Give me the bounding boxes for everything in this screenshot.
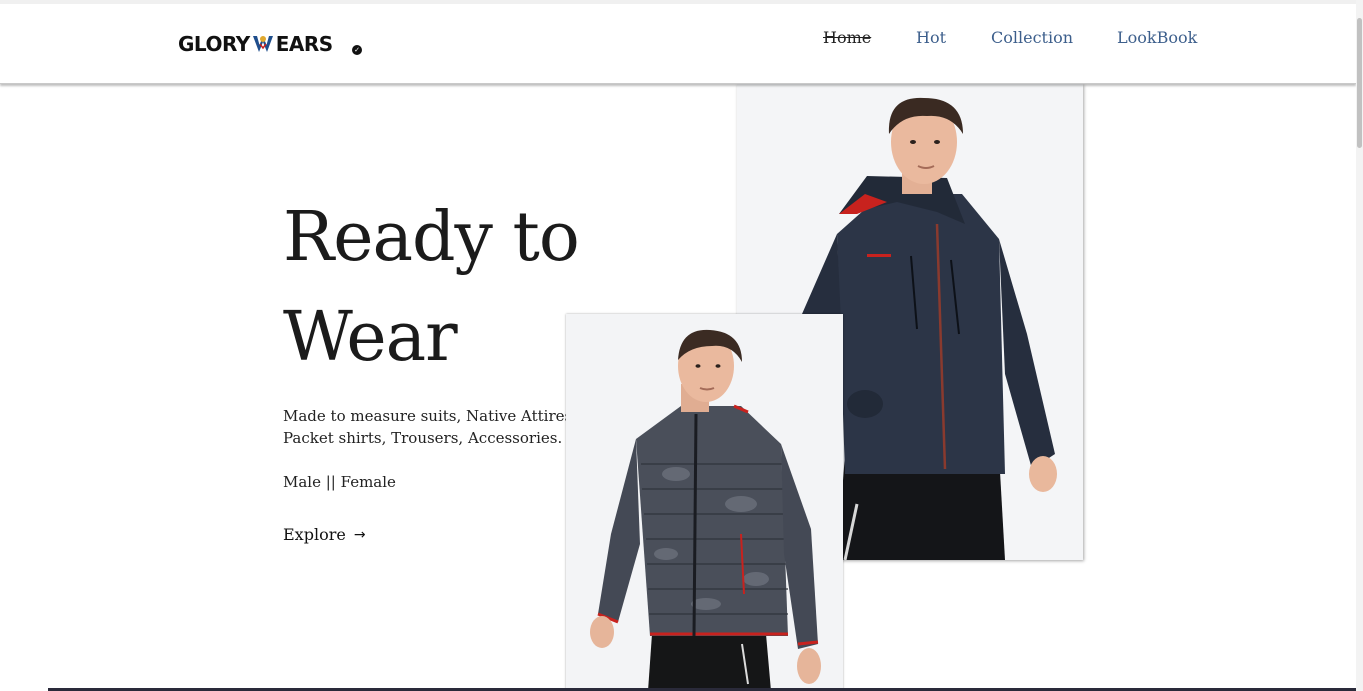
nav-home[interactable]: Home: [823, 28, 871, 47]
hero-title-line2: Wear: [283, 298, 458, 377]
nav-hot[interactable]: Hot: [916, 28, 946, 47]
nav-lookbook[interactable]: LookBook: [1117, 28, 1197, 47]
hero-gender: Male || Female: [283, 473, 396, 491]
arrow-right-icon: →: [353, 526, 366, 543]
logo-text-left: GLORY: [178, 32, 250, 56]
top-navbar: GLORY EARS ✓ Home Hot Collection LookBoo…: [0, 4, 1356, 84]
verified-badge-icon: ✓: [352, 45, 362, 55]
hero-photo-puffer-jacket: [566, 314, 843, 691]
logo-emblem-icon: [252, 36, 273, 52]
nav-collection[interactable]: Collection: [991, 28, 1073, 47]
hero-title-line1: Ready to: [283, 198, 580, 277]
logo-text-right: EARS: [275, 32, 333, 56]
scrollbar-thumb[interactable]: [1357, 18, 1362, 148]
puffer-jacket-model-illustration: [566, 314, 843, 691]
hero-description: Made to measure suits, Native Attires, P…: [283, 407, 577, 447]
explore-label: Explore: [283, 525, 346, 544]
brand-logo[interactable]: GLORY EARS: [178, 30, 333, 58]
explore-link[interactable]: Explore →: [283, 525, 366, 544]
